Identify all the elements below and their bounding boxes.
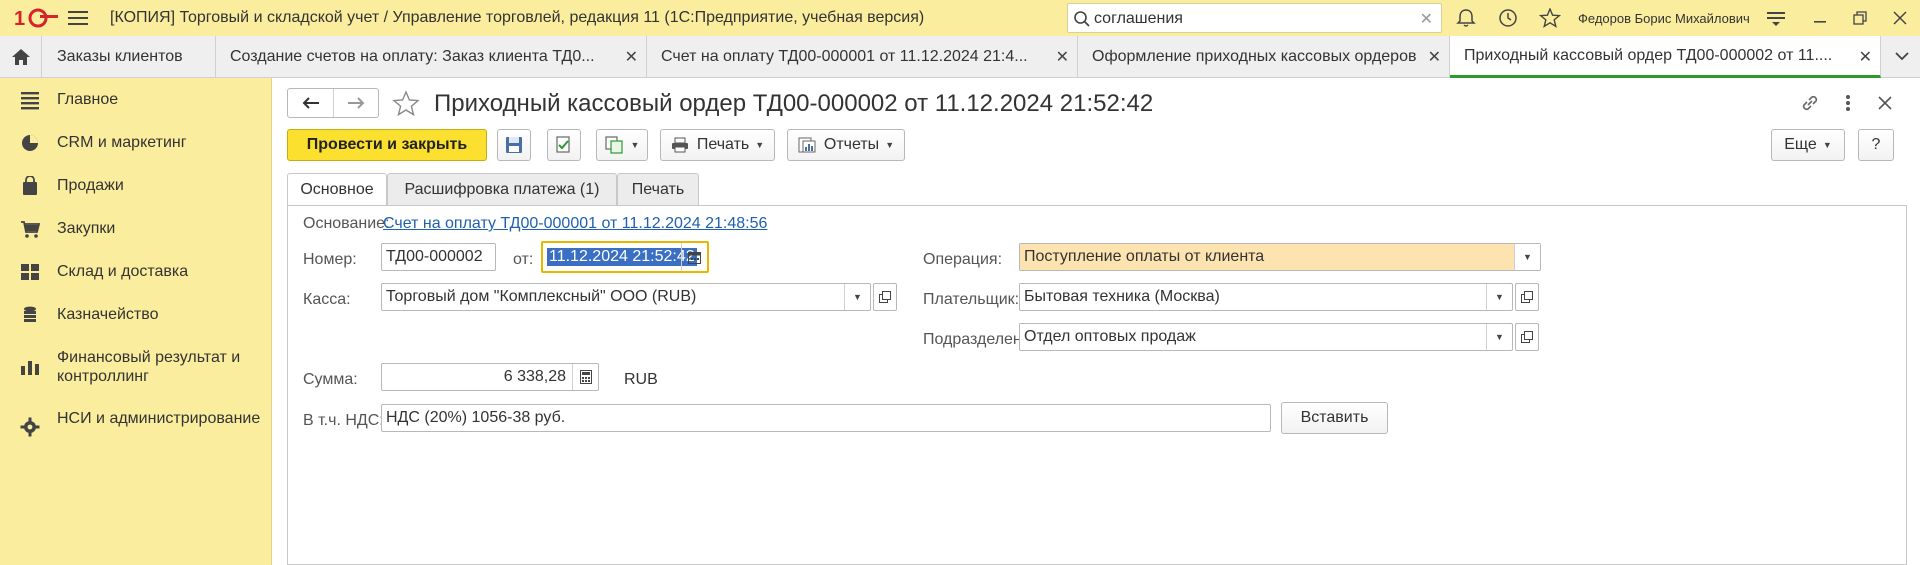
form-panel: Основание: Счет на оплату ТД00-000001 от… <box>287 205 1907 565</box>
tab-customer-orders[interactable]: Заказы клиентов <box>43 36 216 77</box>
more-actions-icon[interactable] <box>1837 92 1859 114</box>
open-cash-button[interactable] <box>873 283 897 311</box>
tab-main[interactable]: Основное <box>287 173 387 206</box>
close-tab-icon[interactable]: ✕ <box>625 47 638 67</box>
close-tab-icon[interactable]: ✕ <box>1428 47 1441 67</box>
amount-label: Сумма: <box>303 371 358 388</box>
tab-cash-receipts[interactable]: Оформление приходных кассовых ордеров ✕ <box>1078 36 1450 77</box>
tab-print[interactable]: Печать <box>617 173 699 205</box>
close-tab-icon[interactable]: ✕ <box>1056 47 1069 67</box>
menu-lines-icon <box>21 92 39 110</box>
user-name[interactable]: Федоров Борис Михайлович <box>1578 11 1750 26</box>
tab-payment-details[interactable]: Расшифровка платежа (1) <box>387 173 617 205</box>
bar-chart-icon <box>21 361 39 375</box>
coins-icon <box>24 306 36 322</box>
payer-label: Плательщик: <box>923 291 1020 308</box>
post-document-icon <box>556 136 570 153</box>
favorites-star-icon[interactable] <box>1539 8 1561 28</box>
page-title: Приходный кассовый ордер ТД00-000002 от … <box>434 90 1154 117</box>
restore-icon[interactable] <box>1848 6 1872 30</box>
basis-label: Основание: <box>303 215 390 232</box>
number-field[interactable]: ТД00-000002 <box>381 243 496 271</box>
post-button[interactable] <box>547 129 581 161</box>
hamburger-menu-icon[interactable] <box>68 9 88 27</box>
save-button[interactable] <box>497 129 531 161</box>
create-based-icon <box>604 136 623 154</box>
chevron-down-icon[interactable]: ▼ <box>1486 284 1512 310</box>
post-and-close-button[interactable]: Провести и закрыть <box>287 129 487 161</box>
open-window-icon <box>1521 331 1533 343</box>
close-tab-icon[interactable]: ✕ <box>1859 47 1872 67</box>
chevron-down-icon[interactable]: ▼ <box>1486 324 1512 350</box>
forward-button[interactable] <box>333 89 378 117</box>
cash-label: Касса: <box>303 291 351 308</box>
tab-invoice[interactable]: Счет на оплату ТД00-000001 от 11.12.2024… <box>647 36 1078 77</box>
open-windows-tabbar: Заказы клиентов Создание счетов на оплат… <box>0 36 1920 78</box>
pie-chart-icon <box>22 135 38 151</box>
bell-icon[interactable] <box>1455 8 1477 28</box>
open-window-icon <box>1521 291 1533 303</box>
insert-button[interactable]: Вставить <box>1281 402 1388 434</box>
chevron-down-icon[interactable] <box>1892 46 1912 66</box>
date-field[interactable]: 11.12.2024 21:52:42 <box>541 241 709 273</box>
arrow-left-icon <box>302 97 319 109</box>
document-form: Приходный кассовый ордер ТД00-000002 от … <box>272 78 1920 565</box>
cash-select[interactable]: Торговый дом "Комплексный" ООО (RUB) ▼ <box>381 283 871 311</box>
date-label: от: <box>513 251 534 268</box>
amount-field[interactable]: 6 338,28 <box>381 363 599 391</box>
open-division-button[interactable] <box>1515 323 1539 351</box>
printer-icon <box>671 137 688 153</box>
calendar-icon[interactable] <box>681 243 707 271</box>
more-button[interactable]: Еще ▼ <box>1771 129 1845 161</box>
print-button[interactable]: Печать ▼ <box>660 129 775 161</box>
back-button[interactable] <box>288 89 333 117</box>
number-label: Номер: <box>303 251 357 268</box>
1c-logo-icon[interactable]: 1 <box>14 7 58 29</box>
search-icon <box>1074 11 1090 27</box>
tab-create-invoices[interactable]: Создание счетов на оплату: Заказ клиента… <box>216 36 647 77</box>
basis-link[interactable]: Счет на оплату ТД00-000001 от 11.12.2024… <box>383 215 767 233</box>
reports-button[interactable]: Отчеты ▼ <box>787 129 905 161</box>
operation-select[interactable]: Поступление оплаты от клиента ▼ <box>1019 243 1541 271</box>
global-search[interactable]: ✕ <box>1067 3 1442 33</box>
sections-sidebar: Главное CRM и маркетинг Продажи Закупки … <box>0 78 272 565</box>
close-form-icon[interactable] <box>1874 92 1896 114</box>
payer-select[interactable]: Бытовая техника (Москва) ▼ <box>1019 283 1513 311</box>
shopping-bag-icon <box>23 176 37 195</box>
create-based-on-button[interactable]: ▼ <box>596 129 648 161</box>
clear-search-icon[interactable]: ✕ <box>1420 9 1433 29</box>
tab-cash-receipt-order[interactable]: Приходный кассовый ордер ТД00-000002 от … <box>1450 36 1881 78</box>
favorite-star-icon[interactable] <box>392 90 420 118</box>
minimize-icon[interactable] <box>1808 6 1832 30</box>
help-button[interactable]: ? <box>1858 129 1894 161</box>
calculator-icon[interactable] <box>572 364 598 390</box>
link-icon[interactable] <box>1799 92 1821 114</box>
operation-label: Операция: <box>923 251 1003 268</box>
close-window-icon[interactable] <box>1888 6 1912 30</box>
gear-icon <box>20 417 40 437</box>
svg-text:1: 1 <box>14 8 25 29</box>
title-bar: 1 [КОПИЯ] Торговый и складской учет / Уп… <box>0 0 1920 36</box>
search-input[interactable] <box>1094 8 1404 30</box>
cart-icon <box>21 221 40 238</box>
settings-lines-icon[interactable] <box>1765 8 1787 28</box>
history-icon[interactable] <box>1497 8 1519 28</box>
home-icon <box>11 48 30 65</box>
app-title: [КОПИЯ] Торговый и складской учет / Упра… <box>110 9 925 26</box>
vat-label: В т.ч. НДС: <box>303 412 384 429</box>
vat-field[interactable]: НДС (20%) 1056-38 руб. <box>381 404 1271 432</box>
floppy-disk-icon <box>506 137 522 153</box>
currency-label: RUB <box>624 371 658 388</box>
reports-icon <box>798 137 816 153</box>
open-payer-button[interactable] <box>1515 283 1539 311</box>
chevron-down-icon[interactable]: ▼ <box>1514 244 1540 270</box>
grid-icon <box>21 264 39 280</box>
division-select[interactable]: Отдел оптовых продаж ▼ <box>1019 323 1513 351</box>
chevron-down-icon[interactable]: ▼ <box>844 284 870 310</box>
arrow-right-icon <box>348 97 365 109</box>
open-window-icon <box>879 291 891 303</box>
history-nav <box>287 88 379 118</box>
home-tab[interactable] <box>0 36 42 77</box>
